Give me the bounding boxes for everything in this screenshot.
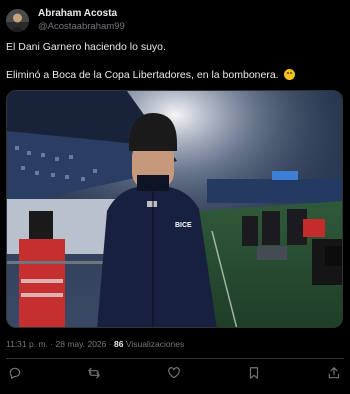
share-icon <box>328 367 340 379</box>
tweet-photo[interactable]: BICE <box>6 90 343 328</box>
author-names: Abraham Acosta @Acostaabraham99 <box>38 8 125 33</box>
avatar-image <box>6 8 29 32</box>
tweet-header: Abraham Acosta @Acostaabraham99 <box>6 6 125 34</box>
avatar[interactable] <box>6 8 29 32</box>
post-time[interactable]: 11:31 p. m. <box>6 339 48 349</box>
repost-icon <box>88 367 100 379</box>
meta-separator: · <box>108 339 112 349</box>
jacket-sponsor-text: BICE <box>175 222 192 229</box>
bookmark-button[interactable] <box>247 366 261 380</box>
action-bar <box>0 364 350 384</box>
tweet-text-line-1: El Dani Garnero haciendo lo suyo. <box>6 41 166 53</box>
reply-button[interactable] <box>8 366 22 380</box>
post-date[interactable]: 28 may. 2026 <box>56 339 107 349</box>
tweet-text-line-2-text: Eliminó a Boca de la Copa Libertadores, … <box>6 69 279 81</box>
like-button[interactable] <box>167 366 181 380</box>
views-count: 86 <box>113 339 124 349</box>
repost-button[interactable] <box>87 366 101 380</box>
meta-separator: · <box>50 339 54 349</box>
views-label: Visualizaciones <box>125 339 185 349</box>
tweet-text: El Dani Garnero haciendo lo suyo. Elimin… <box>6 40 344 82</box>
author-display-name[interactable]: Abraham Acosta <box>38 8 125 20</box>
tweet-card: Abraham Acosta @Acostaabraham99 El Dani … <box>0 0 350 394</box>
divider <box>6 358 344 359</box>
reply-icon <box>9 367 21 379</box>
share-button[interactable] <box>327 366 341 380</box>
heart-icon <box>168 367 180 379</box>
stadium-photo: BICE <box>7 91 342 327</box>
author-handle[interactable]: @Acostaabraham99 <box>38 21 125 33</box>
grinning-emoji-icon <box>283 69 295 80</box>
bookmark-icon <box>249 367 259 379</box>
tweet-meta: 11:31 p. m. · 28 may. 2026 · 86 Visualiz… <box>6 339 184 349</box>
tweet-text-line-2: Eliminó a Boca de la Copa Libertadores, … <box>6 68 344 82</box>
